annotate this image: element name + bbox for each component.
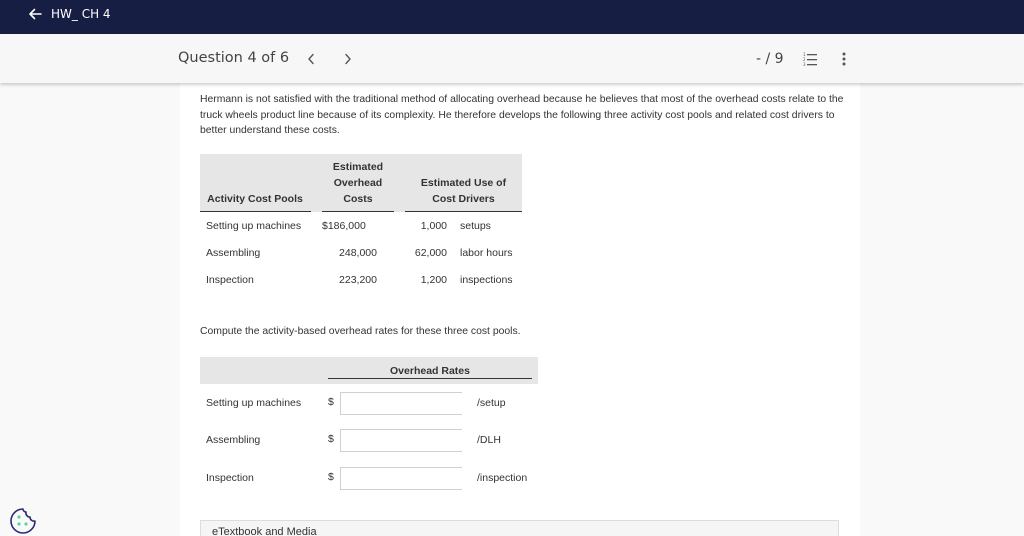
- setup-rate-input[interactable]: [340, 392, 462, 415]
- header-drivers-line2: Cost Drivers: [432, 193, 495, 205]
- cell-use: 1,200: [420, 274, 447, 286]
- header-underline: [328, 378, 532, 379]
- answer-pool-label: Inspection: [206, 472, 254, 484]
- arrow-left-icon[interactable]: [27, 6, 43, 22]
- currency-symbol: $: [328, 396, 334, 408]
- cell-use: 1,000: [420, 220, 447, 232]
- unit-label: /setup: [477, 397, 506, 409]
- question-nav-bar: Question 4 of 6 - / 9 1 2 3: [0, 34, 1024, 83]
- chevron-right-icon[interactable]: [341, 51, 355, 67]
- assignment-title: HW_ CH 4: [51, 7, 111, 21]
- header-costs-line1: Estimated: [332, 161, 384, 173]
- header-costs-line2: Overhead: [333, 177, 383, 189]
- inspection-rate-input[interactable]: [340, 467, 462, 490]
- cell-pool: Assembling: [206, 247, 261, 259]
- chevron-left-icon[interactable]: [304, 51, 318, 67]
- cell-pool: Setting up machines: [206, 220, 302, 232]
- cell-pool: Inspection: [206, 274, 254, 286]
- svg-text:3: 3: [803, 62, 806, 67]
- cell-use: 62,000: [414, 247, 447, 259]
- answer-pool-label: Setting up machines: [206, 397, 302, 409]
- currency-symbol: $: [328, 433, 334, 445]
- instruction-text: Compute the activity-based overhead rate…: [200, 326, 521, 337]
- cell-driver: inspections: [460, 274, 513, 286]
- question-counter: Question 4 of 6: [178, 50, 290, 66]
- header-costs-line3: Costs: [343, 193, 373, 205]
- unit-label: /DLH: [477, 434, 501, 446]
- answer-pool-label: Assembling: [206, 434, 261, 446]
- unit-label: /inspection: [477, 472, 528, 484]
- cell-cost: $186,000: [322, 220, 366, 232]
- etextbook-media-section[interactable]: eTextbook and Media: [200, 520, 839, 536]
- numbered-list-icon[interactable]: 1 2 3: [802, 51, 818, 67]
- question-content-panel: [180, 83, 860, 536]
- currency-symbol: $: [328, 471, 334, 483]
- header-drivers-line1: Estimated Use of: [420, 177, 507, 189]
- cookie-icon[interactable]: [8, 506, 38, 536]
- header-underline: [200, 211, 311, 212]
- assembling-rate-input[interactable]: [340, 429, 462, 452]
- score: - / 9: [756, 51, 784, 67]
- header-underline: [322, 211, 394, 212]
- top-bar: HW_ CH 4: [0, 0, 1024, 34]
- cell-driver: setups: [460, 220, 491, 232]
- header-activity-cost-pools: Activity Cost Pools: [207, 193, 303, 205]
- header-overhead-rates: Overhead Rates: [390, 365, 470, 377]
- cell-driver: labor hours: [460, 247, 513, 259]
- cell-cost: 248,000: [339, 247, 377, 259]
- vertical-ellipsis-icon[interactable]: [838, 51, 850, 67]
- header-underline: [405, 211, 522, 212]
- cell-cost: 223,200: [339, 274, 377, 286]
- question-paragraph: Hermann is not satisfied with the tradit…: [200, 94, 844, 136]
